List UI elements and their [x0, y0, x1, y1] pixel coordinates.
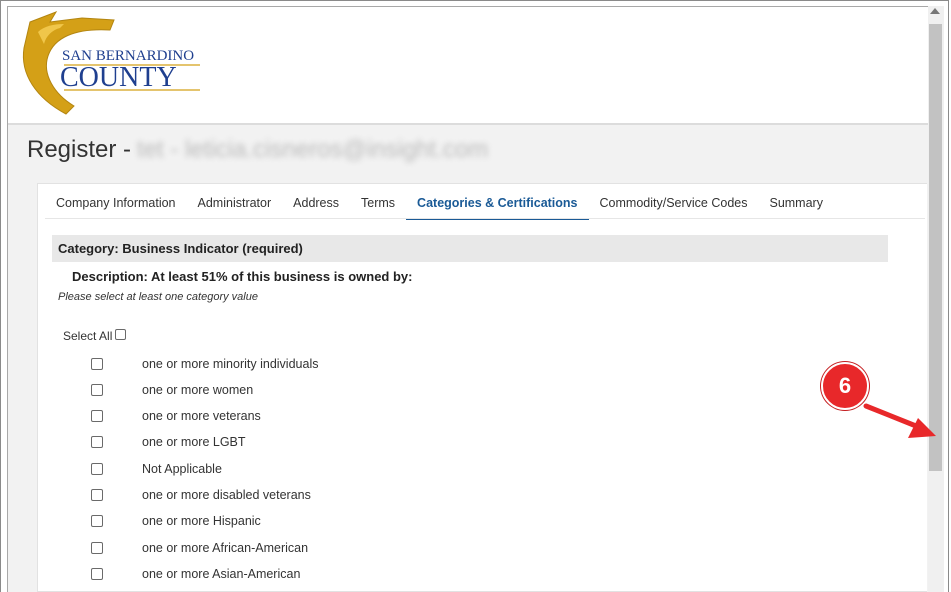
category-description: Description: At least 51% of this busine… [72, 269, 413, 284]
tab-company-information[interactable]: Company Information [45, 192, 187, 218]
option-row: one or more disabled veterans [91, 486, 311, 504]
select-all-checkbox[interactable] [115, 328, 127, 340]
option-checkbox[interactable] [91, 515, 103, 527]
select-all-label: Select All [63, 329, 113, 343]
category-header: Category: Business Indicator (required) [52, 235, 888, 262]
select-all: Select All [63, 328, 127, 343]
page-title: Register - tet - leticia.cisneros@insight… [27, 136, 488, 164]
scroll-up-arrow-icon[interactable] [930, 8, 940, 14]
option-checkbox[interactable] [91, 358, 103, 370]
option-row: one or more women [91, 381, 253, 399]
option-label: Not Applicable [142, 462, 222, 476]
option-checkbox[interactable] [91, 410, 103, 422]
option-checkbox[interactable] [91, 384, 103, 396]
category-hint: Please select at least one category valu… [58, 291, 258, 303]
option-checkbox[interactable] [91, 463, 103, 475]
logo-line2: COUNTY [60, 62, 177, 93]
option-row: one or more minority individuals [91, 355, 318, 373]
option-label: one or more LGBT [142, 435, 246, 449]
option-row: one or more LGBT [91, 433, 246, 451]
option-label: one or more veterans [142, 409, 261, 423]
tabs-divider [45, 218, 925, 219]
option-checkbox[interactable] [91, 489, 103, 501]
option-row: one or more veterans [91, 407, 261, 425]
option-checkbox[interactable] [91, 542, 103, 554]
option-label: one or more Asian-American [142, 567, 301, 581]
option-label: one or more minority individuals [142, 357, 319, 371]
option-checkbox[interactable] [91, 568, 103, 580]
option-label: one or more disabled veterans [142, 488, 311, 502]
registration-tabs: Company Information Administrator Addres… [45, 192, 834, 220]
option-row: Not Applicable [91, 460, 222, 478]
tab-commodity-service-codes[interactable]: Commodity/Service Codes [589, 192, 759, 218]
county-seal-icon: SAN BERNARDINO COUNTY [22, 11, 200, 115]
option-row: one or more Asian-American [91, 565, 300, 583]
option-label: one or more women [142, 383, 254, 397]
option-checkbox[interactable] [91, 436, 103, 448]
redacted-registrant: tet - leticia.cisneros@insight.com [137, 136, 489, 163]
option-label: one or more African-American [142, 541, 309, 555]
page-title-prefix: Register - [27, 136, 132, 163]
tab-categories-certifications[interactable]: Categories & Certifications [406, 192, 589, 220]
tab-address[interactable]: Address [282, 192, 350, 218]
annotation-arrow-icon [863, 403, 936, 438]
option-row: one or more African-American [91, 539, 308, 557]
tab-summary[interactable]: Summary [758, 192, 833, 218]
option-label: one or more Hispanic [142, 514, 261, 528]
option-row: one or more Hispanic [91, 512, 261, 530]
tab-administrator[interactable]: Administrator [187, 192, 283, 218]
tab-terms[interactable]: Terms [350, 192, 406, 218]
county-logo[interactable]: SAN BERNARDINO COUNTY [14, 8, 204, 116]
